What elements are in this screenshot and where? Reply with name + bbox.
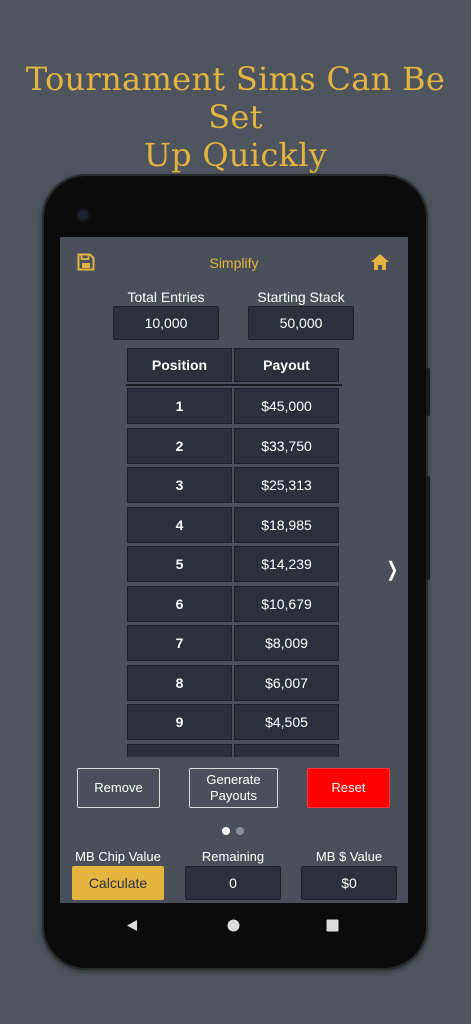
starting-stack-label: Starting Stack xyxy=(257,289,345,305)
home-icon[interactable] xyxy=(370,253,390,271)
calculate-button[interactable]: Calculate xyxy=(72,866,164,900)
remaining-value: 0 xyxy=(229,875,237,891)
header-divider xyxy=(126,384,342,386)
mb-chip-value-label: MB Chip Value xyxy=(75,849,161,864)
payout-cell[interactable]: $3,379 xyxy=(234,743,339,757)
payout-header: Payout xyxy=(234,348,339,382)
position-cell[interactable]: 2 xyxy=(127,427,232,464)
generate-payouts-button[interactable]: Generate Payouts xyxy=(189,768,278,808)
table-row[interactable]: 6 $10,679 xyxy=(126,585,342,624)
position-cell[interactable]: 8 xyxy=(127,664,232,701)
position-cell[interactable]: 10 xyxy=(127,743,232,757)
payout-cell[interactable]: $6,007 xyxy=(234,664,339,701)
remaining-field[interactable]: 0 xyxy=(185,866,281,900)
payout-cell[interactable]: $4,505 xyxy=(234,704,339,740)
payout-cell[interactable]: $33,750 xyxy=(234,427,339,464)
position-cell[interactable]: 6 xyxy=(127,585,232,622)
payout-cell[interactable]: $18,985 xyxy=(234,506,339,543)
table-row[interactable]: 4 $18,985 xyxy=(126,506,342,545)
app-screen: Simplify Total Entries 10,000 Starting S… xyxy=(60,237,408,903)
app-title: Simplify xyxy=(209,255,259,271)
phone-power-button xyxy=(426,368,430,416)
payout-cell[interactable]: $8,009 xyxy=(234,625,339,661)
home-circle-icon[interactable] xyxy=(227,919,240,932)
page-indicator-active[interactable] xyxy=(222,827,230,835)
mb-dollar-value: $0 xyxy=(341,875,357,891)
reset-button[interactable]: Reset xyxy=(307,768,390,808)
payout-cell[interactable]: $45,000 xyxy=(234,388,339,424)
mb-dollar-value-field[interactable]: $0 xyxy=(301,866,397,900)
position-cell[interactable]: 4 xyxy=(127,506,232,543)
front-camera xyxy=(78,210,88,220)
mb-dollar-value-label: MB $ Value xyxy=(315,849,383,864)
position-header: Position xyxy=(127,348,232,382)
remove-label: Remove xyxy=(94,780,143,795)
page-indicator-inactive[interactable] xyxy=(236,827,244,835)
back-icon[interactable] xyxy=(126,919,138,932)
headline-line-2: Up Quickly xyxy=(143,136,328,174)
promo-headline: Tournament Sims Can Be Set Up Quickly xyxy=(0,60,471,174)
remove-button[interactable]: Remove xyxy=(77,768,160,808)
payout-cell[interactable]: $10,679 xyxy=(234,585,339,622)
chevron-right-icon[interactable]: ❯ xyxy=(387,557,399,582)
position-cell[interactable]: 5 xyxy=(127,546,232,582)
table-row[interactable]: 8 $6,007 xyxy=(126,664,342,703)
table-row[interactable]: 5 $14,239 xyxy=(126,546,342,584)
headline-line-1: Tournament Sims Can Be Set xyxy=(25,60,446,136)
calculate-label: Calculate xyxy=(88,875,148,891)
position-cell[interactable]: 7 xyxy=(127,625,232,661)
starting-stack-field[interactable]: 50,000 xyxy=(248,306,354,340)
total-entries-field[interactable]: 10,000 xyxy=(113,306,219,340)
system-nav-bar xyxy=(60,903,408,947)
remaining-label: Remaining xyxy=(201,849,265,864)
position-cell[interactable]: 1 xyxy=(127,388,232,424)
recents-icon[interactable] xyxy=(326,919,339,932)
generate-payouts-label: Generate Payouts xyxy=(206,772,261,803)
reset-label: Reset xyxy=(331,780,366,795)
position-cell[interactable]: 9 xyxy=(127,704,232,740)
table-row[interactable]: 3 $25,313 xyxy=(126,467,342,505)
total-entries-value: 10,000 xyxy=(144,315,188,331)
table-row[interactable]: 1 $45,000 xyxy=(126,388,342,426)
starting-stack-value: 50,000 xyxy=(279,315,323,331)
total-entries-label: Total Entries xyxy=(127,289,205,305)
phone-volume-button xyxy=(426,476,430,580)
app-bar: Simplify xyxy=(60,237,408,289)
table-row[interactable]: 2 $33,750 xyxy=(126,427,342,466)
table-row[interactable]: 7 $8,009 xyxy=(126,625,342,663)
table-row[interactable]: 10$3,379 xyxy=(126,743,342,757)
table-row[interactable]: 9 $4,505 xyxy=(126,704,342,742)
payout-cell[interactable]: $25,313 xyxy=(234,467,339,503)
position-cell[interactable]: 3 xyxy=(127,467,232,503)
payout-table[interactable]: Position Payout 1 $45,000 2 $33,750 3 $25,313… xyxy=(126,345,342,757)
payout-cell[interactable]: $14,239 xyxy=(234,546,339,582)
